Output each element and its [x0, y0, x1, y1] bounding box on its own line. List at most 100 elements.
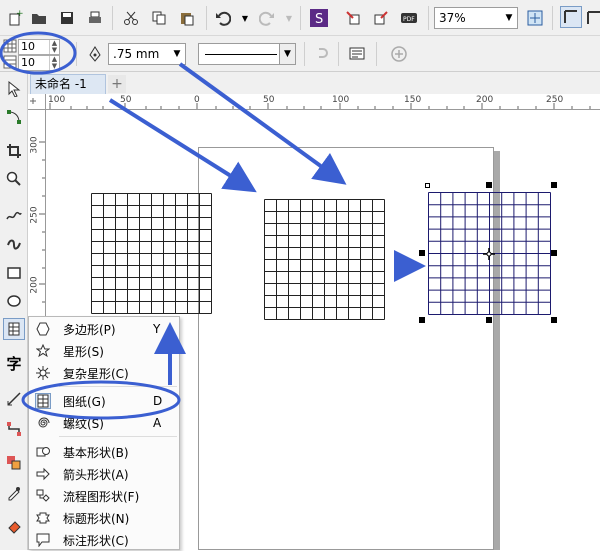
menu-item-polygon[interactable]: 多边形(P) Y [29, 318, 181, 340]
cut-icon[interactable] [120, 7, 142, 29]
selection-handle[interactable] [425, 183, 430, 188]
crop-tool-icon[interactable] [3, 140, 25, 162]
menu-item-label: 复杂星形(C) [63, 366, 129, 381]
print-icon[interactable] [84, 7, 106, 29]
undo-dropdown-icon[interactable]: ▼ [234, 7, 256, 29]
chevron-down-icon: ▼ [173, 49, 181, 59]
ruler-label: 250 [29, 206, 40, 224]
graph-paper-icon [35, 393, 51, 409]
graph-paper-grid-2[interactable] [264, 199, 386, 321]
ellipse-tool-icon[interactable] [3, 290, 25, 312]
selection-handle[interactable] [486, 317, 492, 323]
publish-pdf-icon[interactable]: PDF [398, 7, 420, 29]
text-wrap-options-icon[interactable] [346, 43, 368, 65]
menu-item-label: 多边形(P) [63, 322, 116, 337]
menu-item-label: 图纸(G) [63, 394, 106, 409]
export-icon[interactable] [370, 7, 392, 29]
artistic-media-icon[interactable] [3, 232, 25, 254]
basic-shapes-icon [35, 444, 51, 460]
graph-paper-grid-1[interactable] [91, 193, 213, 315]
rows-value: 10 [21, 56, 35, 69]
menu-item-graph-paper[interactable]: 图纸(G) D [29, 390, 181, 412]
freehand-tool-icon[interactable] [3, 204, 25, 226]
menu-item-callout-shapes[interactable]: 标注形状(C) [29, 529, 181, 551]
property-bar: 10 ▲ ▼ 10 ▲ ▼ .75 mm ▼ ▼ [0, 36, 600, 72]
shape-tool-icon[interactable] [3, 106, 25, 128]
fill-tool-icon[interactable] [3, 516, 25, 538]
horizontal-ruler[interactable]: 100 50 0 50 100 150 200 250 [46, 94, 600, 110]
selection-handle[interactable] [551, 250, 557, 256]
ruler-label: 200 [476, 95, 494, 105]
ruler-origin[interactable] [28, 94, 46, 110]
spin-arrows-icon[interactable]: ▲ ▼ [49, 56, 59, 70]
text-tool-icon[interactable]: 字 [3, 352, 25, 374]
selection-handle[interactable] [551, 182, 557, 188]
document-tab[interactable]: 未命名 -1 [30, 74, 106, 94]
dimension-tool-icon[interactable] [3, 388, 25, 410]
ruler-label: 200 [29, 276, 40, 294]
new-icon[interactable]: + [4, 7, 26, 29]
paste-icon[interactable] [176, 7, 198, 29]
menu-item-shortcut: A [153, 416, 162, 430]
add-preset-icon[interactable] [388, 43, 410, 65]
selection-handle[interactable] [419, 250, 425, 256]
toolbox: 字 [0, 72, 28, 550]
full-screen-icon[interactable] [524, 7, 546, 29]
menu-item-label: 流程图形状(F) [63, 489, 140, 504]
copy-icon[interactable] [148, 7, 170, 29]
zoom-tool-icon[interactable] [3, 168, 25, 190]
menu-item-basic-shapes[interactable]: 基本形状(B) [29, 441, 181, 463]
save-icon[interactable] [56, 7, 78, 29]
rectangle-tool-icon[interactable] [3, 262, 25, 284]
menu-item-label: 星形(S) [63, 344, 104, 359]
menu-item-spiral[interactable]: 螺纹(S) A [29, 412, 181, 434]
interactive-tool-icon[interactable] [3, 452, 25, 474]
zoom-combo[interactable]: 37% ▼ [434, 7, 518, 29]
menu-item-star[interactable]: 星形(S) [29, 340, 181, 362]
columns-icon [3, 39, 17, 56]
arrow-shapes-icon [35, 466, 51, 482]
rows-icon [3, 55, 17, 72]
eyedropper-tool-icon[interactable] [3, 482, 25, 504]
selection-handle[interactable] [419, 317, 425, 323]
menu-item-complex-star[interactable]: 复杂星形(C) [29, 362, 181, 384]
line-style-combo[interactable]: ▼ [198, 43, 296, 65]
star-icon [35, 343, 51, 359]
menu-item-banner-shapes[interactable]: 标题形状(N) [29, 507, 181, 529]
ruler-label: 50 [120, 95, 132, 105]
menu-item-label: 标题形状(N) [63, 511, 130, 526]
menu-item-label: 螺纹(S) [63, 416, 104, 431]
flowchart-shapes-icon [35, 488, 51, 504]
graph-paper-tool-icon[interactable] [3, 318, 25, 340]
standard-toolbar: + ▼ ▼ S PDF 37% ▼ [0, 0, 600, 36]
columns-value: 10 [21, 40, 35, 53]
redo-icon[interactable] [256, 7, 278, 29]
ruler-label: 250 [546, 95, 564, 105]
selection-handle[interactable] [486, 182, 492, 188]
ruler-label: 50 [263, 95, 275, 105]
redo-dropdown-icon[interactable]: ▼ [278, 7, 300, 29]
wrap-text-icon[interactable] [312, 43, 334, 65]
pick-tool-icon[interactable] [3, 78, 25, 100]
selection-handle[interactable] [551, 317, 557, 323]
menu-item-label: 基本形状(B) [63, 445, 129, 460]
svg-text:S: S [315, 12, 323, 27]
more-icon[interactable] [586, 7, 600, 29]
rows-stepper[interactable]: 10 ▲ ▼ [18, 55, 60, 71]
zoom-value: 37% [439, 11, 466, 25]
undo-icon[interactable] [212, 7, 234, 29]
line-style-preview [205, 54, 277, 55]
menu-item-arrow-shapes[interactable]: 箭头形状(A) [29, 463, 181, 485]
import-icon[interactable] [342, 7, 364, 29]
columns-stepper[interactable]: 10 ▲ ▼ [18, 39, 60, 55]
open-icon[interactable] [28, 7, 50, 29]
add-tab-button[interactable]: + [108, 75, 126, 93]
outline-width-combo[interactable]: .75 mm ▼ [108, 43, 186, 65]
corel-connect-icon[interactable]: S [308, 7, 330, 29]
document-tab-bar: 未命名 -1 + [28, 72, 600, 94]
menu-item-flowchart-shapes[interactable]: 流程图形状(F) [29, 485, 181, 507]
spin-arrows-icon[interactable]: ▲ ▼ [49, 40, 59, 54]
snap-icon[interactable] [560, 6, 582, 28]
connector-tool-icon[interactable] [3, 418, 25, 440]
outline-width-value: .75 mm [113, 47, 160, 61]
